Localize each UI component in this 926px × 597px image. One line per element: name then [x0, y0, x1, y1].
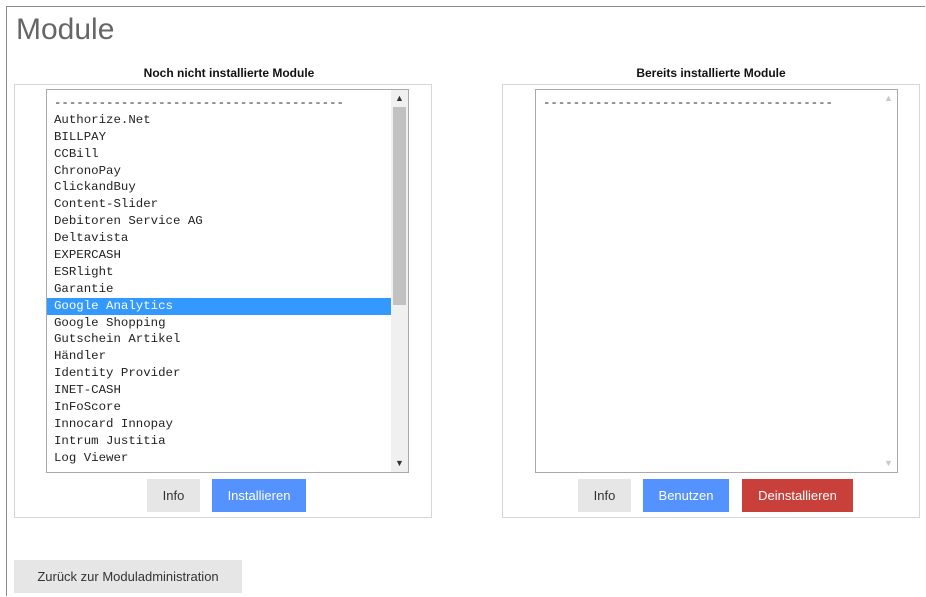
available-modules-heading: Noch nicht installierte Module — [143, 66, 315, 80]
available-modules-panel: --------------------------------------- A… — [14, 84, 432, 518]
info-button-available[interactable]: Info — [147, 479, 200, 512]
available-list-item[interactable]: Gutschein Artikel — [47, 331, 393, 348]
available-list-item[interactable]: Google Shopping — [47, 315, 393, 332]
installed-modules-heading: Bereits installierte Module — [636, 66, 786, 80]
available-list-item[interactable]: ChronoPay — [47, 163, 393, 180]
available-list-item[interactable]: Authorize.Net — [47, 112, 393, 129]
info-button-installed[interactable]: Info — [578, 479, 631, 512]
available-modules-items: --------------------------------------- A… — [47, 90, 393, 467]
available-list-item[interactable]: Intrum Justitia — [47, 433, 393, 450]
available-list-item[interactable]: Google Analytics — [47, 297, 393, 315]
back-to-module-admin-button[interactable]: Zurück zur Moduladministration — [14, 560, 242, 593]
available-modules-list[interactable]: --------------------------------------- A… — [46, 89, 409, 473]
scroll-up-icon[interactable]: ▲ — [391, 90, 408, 107]
available-list-item[interactable]: ClickandBuy — [47, 179, 393, 196]
scroll-thumb[interactable] — [393, 107, 406, 305]
available-modules-scrollbar[interactable]: ▲ ▼ — [391, 90, 408, 472]
available-list-item[interactable]: Identity Provider — [47, 365, 393, 382]
scroll-down-icon[interactable]: ▼ — [391, 455, 408, 472]
scroll-down-icon[interactable]: ▼ — [880, 455, 897, 472]
install-button[interactable]: Installieren — [212, 479, 306, 512]
available-list-item[interactable]: Händler — [47, 348, 393, 365]
available-list-item[interactable]: Content-Slider — [47, 196, 393, 213]
available-list-item[interactable]: ESRlight — [47, 264, 393, 281]
scroll-up-icon[interactable]: ▲ — [880, 90, 897, 107]
installed-list-item[interactable]: --------------------------------------- — [536, 95, 882, 112]
installed-modules-items: --------------------------------------- — [536, 90, 882, 112]
available-list-item[interactable]: Log Viewer — [47, 450, 393, 467]
available-list-item[interactable]: Innocard Innopay — [47, 416, 393, 433]
available-list-item[interactable]: --------------------------------------- — [47, 95, 393, 112]
available-list-item[interactable]: Garantie — [47, 281, 393, 298]
uninstall-button[interactable]: Deinstallieren — [742, 479, 853, 512]
installed-modules-scrollbar[interactable]: ▲ ▼ — [880, 90, 897, 472]
installed-modules-list[interactable]: --------------------------------------- … — [535, 89, 898, 473]
available-list-item[interactable]: CCBill — [47, 146, 393, 163]
available-list-item[interactable]: BILLPAY — [47, 129, 393, 146]
available-list-item[interactable]: Deltavista — [47, 230, 393, 247]
available-list-item[interactable]: Debitoren Service AG — [47, 213, 393, 230]
installed-modules-panel: --------------------------------------- … — [502, 84, 920, 518]
available-list-item[interactable]: INET-CASH — [47, 382, 393, 399]
use-button[interactable]: Benutzen — [643, 479, 729, 512]
available-list-item[interactable]: InFoScore — [47, 399, 393, 416]
page-title: Module — [16, 13, 115, 46]
available-list-item[interactable]: EXPERCASH — [47, 247, 393, 264]
